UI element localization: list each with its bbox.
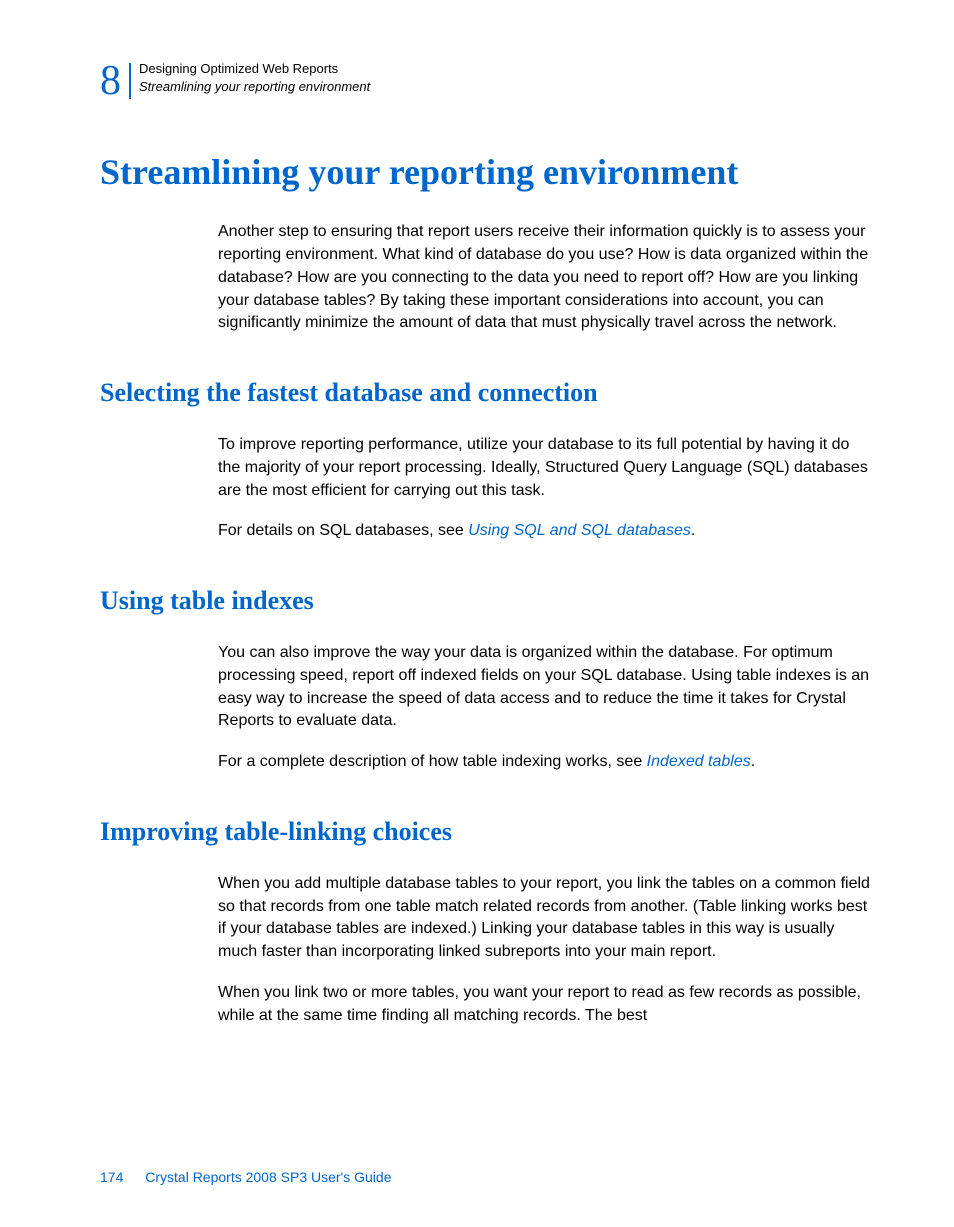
section2-para2-prefix: For a complete description of how table … [218,753,647,770]
section1-para2: For details on SQL databases, see Using … [218,520,874,543]
section1-para2-prefix: For details on SQL databases, see [218,522,468,539]
main-heading: Streamlining your reporting environment [100,152,874,193]
page-footer: 174 Crystal Reports 2008 SP3 User's Guid… [100,1169,391,1185]
chapter-number: 8 [100,60,121,102]
section1-para2-suffix: . [691,522,695,539]
section-heading-table-indexes: Using table indexes [100,585,874,616]
section3-para1: When you add multiple database tables to… [218,873,874,964]
intro-paragraph: Another step to ensuring that report use… [218,221,874,335]
header-text: Designing Optimized Web Reports Streamli… [139,60,370,95]
link-indexed-tables[interactable]: Indexed tables [647,753,751,770]
page-header: 8 Designing Optimized Web Reports Stream… [100,60,874,102]
section3-para2: When you link two or more tables, you wa… [218,982,874,1027]
section2-para2-suffix: . [751,753,755,770]
doc-title: Crystal Reports 2008 SP3 User's Guide [145,1169,391,1185]
section2-para2: For a complete description of how table … [218,751,874,774]
header-divider [129,63,131,99]
page-number: 174 [100,1169,123,1185]
section-heading-table-linking: Improving table-linking choices [100,816,874,847]
section-heading-fastest-db: Selecting the fastest database and conne… [100,377,874,408]
section2-para1: You can also improve the way your data i… [218,642,874,733]
link-sql-databases[interactable]: Using SQL and SQL databases [468,522,691,539]
section1-para1: To improve reporting performance, utiliz… [218,434,874,502]
header-line-2: Streamlining your reporting environment [139,78,370,96]
header-line-1: Designing Optimized Web Reports [139,60,370,78]
